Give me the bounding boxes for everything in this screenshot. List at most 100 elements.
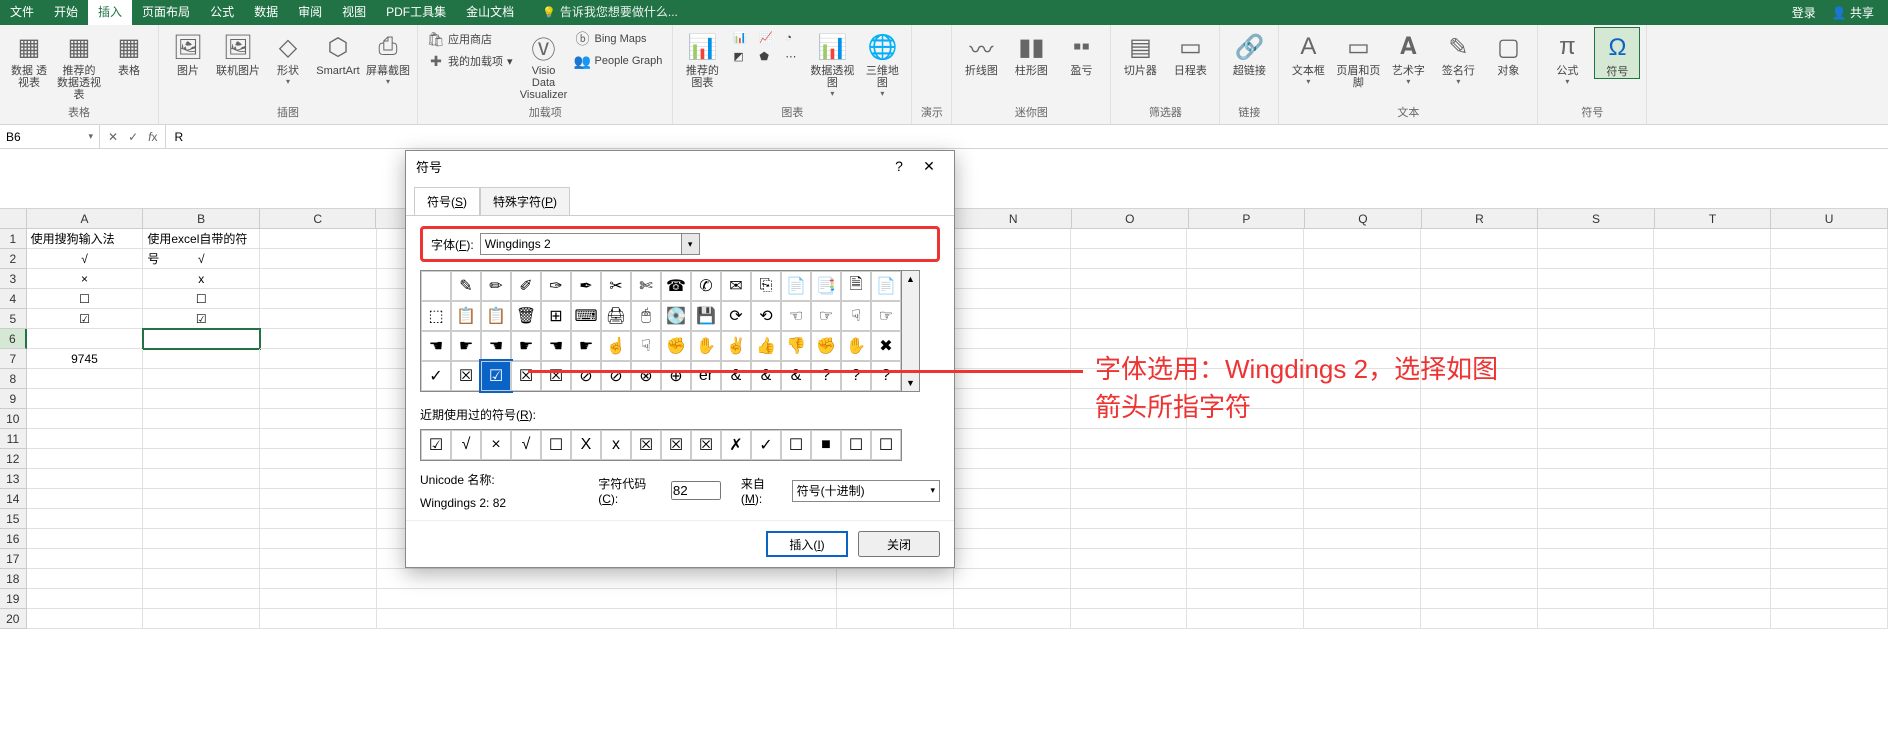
cell[interactable] [1771, 509, 1888, 529]
cell[interactable] [1071, 549, 1188, 569]
3d-map-button[interactable]: 🌐三维地 图 [859, 27, 905, 98]
recommended-charts-button[interactable]: 📊推荐的 图表 [679, 27, 725, 89]
cell[interactable] [954, 429, 1071, 449]
recent-symbol[interactable]: ☐ [841, 430, 871, 460]
cell[interactable] [260, 429, 377, 449]
cell[interactable] [954, 449, 1071, 469]
menu-view[interactable]: 视图 [332, 0, 376, 25]
cell[interactable] [1771, 389, 1888, 409]
cell[interactable] [954, 489, 1071, 509]
font-select[interactable]: Wingdings 2▾ [480, 233, 700, 255]
cell[interactable] [1538, 589, 1655, 609]
cell[interactable]: 9745 [27, 349, 144, 369]
cell[interactable] [954, 409, 1071, 429]
menu-home[interactable]: 开始 [44, 0, 88, 25]
cell[interactable] [1421, 609, 1538, 629]
cell[interactable] [1304, 469, 1421, 489]
cell[interactable] [260, 609, 377, 629]
symbol-cell[interactable]: ? [841, 361, 871, 391]
cell[interactable] [27, 489, 144, 509]
cell[interactable] [143, 509, 260, 529]
cell[interactable] [1071, 289, 1188, 309]
symbol-cell[interactable]: ☟ [841, 301, 871, 331]
cell[interactable] [1538, 509, 1655, 529]
symbol-cell[interactable] [421, 271, 451, 301]
cell[interactable] [1771, 589, 1888, 609]
cell[interactable] [1771, 429, 1888, 449]
cell[interactable] [1071, 569, 1188, 589]
cell[interactable] [27, 369, 144, 389]
symbol-cell[interactable]: 🖱 [631, 301, 661, 331]
symbol-cell[interactable]: ✉ [721, 271, 751, 301]
cell[interactable] [1654, 449, 1771, 469]
cell[interactable] [260, 229, 377, 249]
cell[interactable] [1187, 489, 1304, 509]
recent-symbol[interactable]: ☒ [691, 430, 721, 460]
smartart-button[interactable]: ⬡SmartArt [315, 27, 361, 77]
cell[interactable] [1654, 269, 1771, 289]
close-button[interactable]: 关闭 [858, 531, 940, 557]
symbol-cell[interactable]: ☚ [481, 331, 511, 361]
symbol-cell[interactable]: ✄ [631, 271, 661, 301]
header-footer-button[interactable]: ▭页眉和页脚 [1335, 27, 1381, 89]
cell[interactable] [1654, 289, 1771, 309]
symbol-cell[interactable]: 👎 [781, 331, 811, 361]
recent-symbol[interactable]: ☒ [631, 430, 661, 460]
symbol-cell[interactable]: ✋ [691, 331, 721, 361]
cell[interactable] [260, 349, 377, 369]
symbol-cell[interactable]: ⌨ [571, 301, 601, 331]
symbol-cell[interactable]: ⊘ [571, 361, 601, 391]
symbol-cell[interactable]: ☞ [811, 301, 841, 331]
row-header[interactable]: 17 [0, 549, 27, 569]
cell[interactable] [1771, 489, 1888, 509]
cell[interactable] [1421, 529, 1538, 549]
cell[interactable] [1187, 509, 1304, 529]
cell[interactable] [954, 309, 1071, 329]
cell[interactable] [377, 609, 837, 629]
cell[interactable] [1304, 429, 1421, 449]
cell[interactable] [954, 229, 1071, 249]
symbol-cell[interactable]: ⊕ [661, 361, 691, 391]
col-header[interactable]: R [1422, 209, 1539, 229]
cell[interactable] [143, 429, 260, 449]
cell[interactable] [27, 569, 144, 589]
cell[interactable] [27, 549, 144, 569]
cell[interactable] [143, 589, 260, 609]
cell[interactable] [1304, 449, 1421, 469]
chart-type-icon[interactable]: ◔ [781, 29, 805, 46]
row-header[interactable]: 4 [0, 289, 27, 309]
row-header[interactable]: 7 [0, 349, 27, 369]
screenshot-button[interactable]: ⎙屏幕截图 [365, 27, 411, 86]
tab-special-chars[interactable]: 特殊字符(P) [480, 187, 570, 215]
cell[interactable] [1771, 569, 1888, 589]
cell[interactable] [1071, 529, 1188, 549]
pivot-chart-button[interactable]: 📊数据透视图 [809, 27, 855, 98]
symbol-cell[interactable]: ☚ [421, 331, 451, 361]
cell[interactable] [143, 469, 260, 489]
cell[interactable] [954, 349, 1071, 369]
select-all-corner[interactable] [0, 209, 27, 229]
symbol-cell[interactable]: ⊗ [631, 361, 661, 391]
cell[interactable] [1771, 309, 1888, 329]
cell[interactable] [1538, 549, 1655, 569]
symbol-cell[interactable]: er [691, 361, 721, 391]
cell[interactable] [837, 569, 954, 589]
fx-icon[interactable]: fx [148, 130, 157, 144]
cell[interactable] [1538, 529, 1655, 549]
cell[interactable] [1304, 229, 1421, 249]
cell[interactable] [1538, 449, 1655, 469]
symbol-cell[interactable]: ⟲ [751, 301, 781, 331]
signature-button[interactable]: ✎签名行 [1435, 27, 1481, 86]
col-header[interactable]: P [1189, 209, 1306, 229]
cell[interactable] [27, 469, 144, 489]
cell[interactable] [1654, 249, 1771, 269]
row-header[interactable]: 3 [0, 269, 27, 289]
cell[interactable] [1304, 529, 1421, 549]
cell[interactable] [1304, 289, 1421, 309]
symbol-cell[interactable]: ☒ [511, 361, 541, 391]
cell[interactable] [260, 529, 377, 549]
cell[interactable] [1771, 369, 1888, 389]
cell[interactable] [1654, 229, 1771, 249]
cell[interactable] [260, 409, 377, 429]
cell[interactable] [1421, 249, 1538, 269]
